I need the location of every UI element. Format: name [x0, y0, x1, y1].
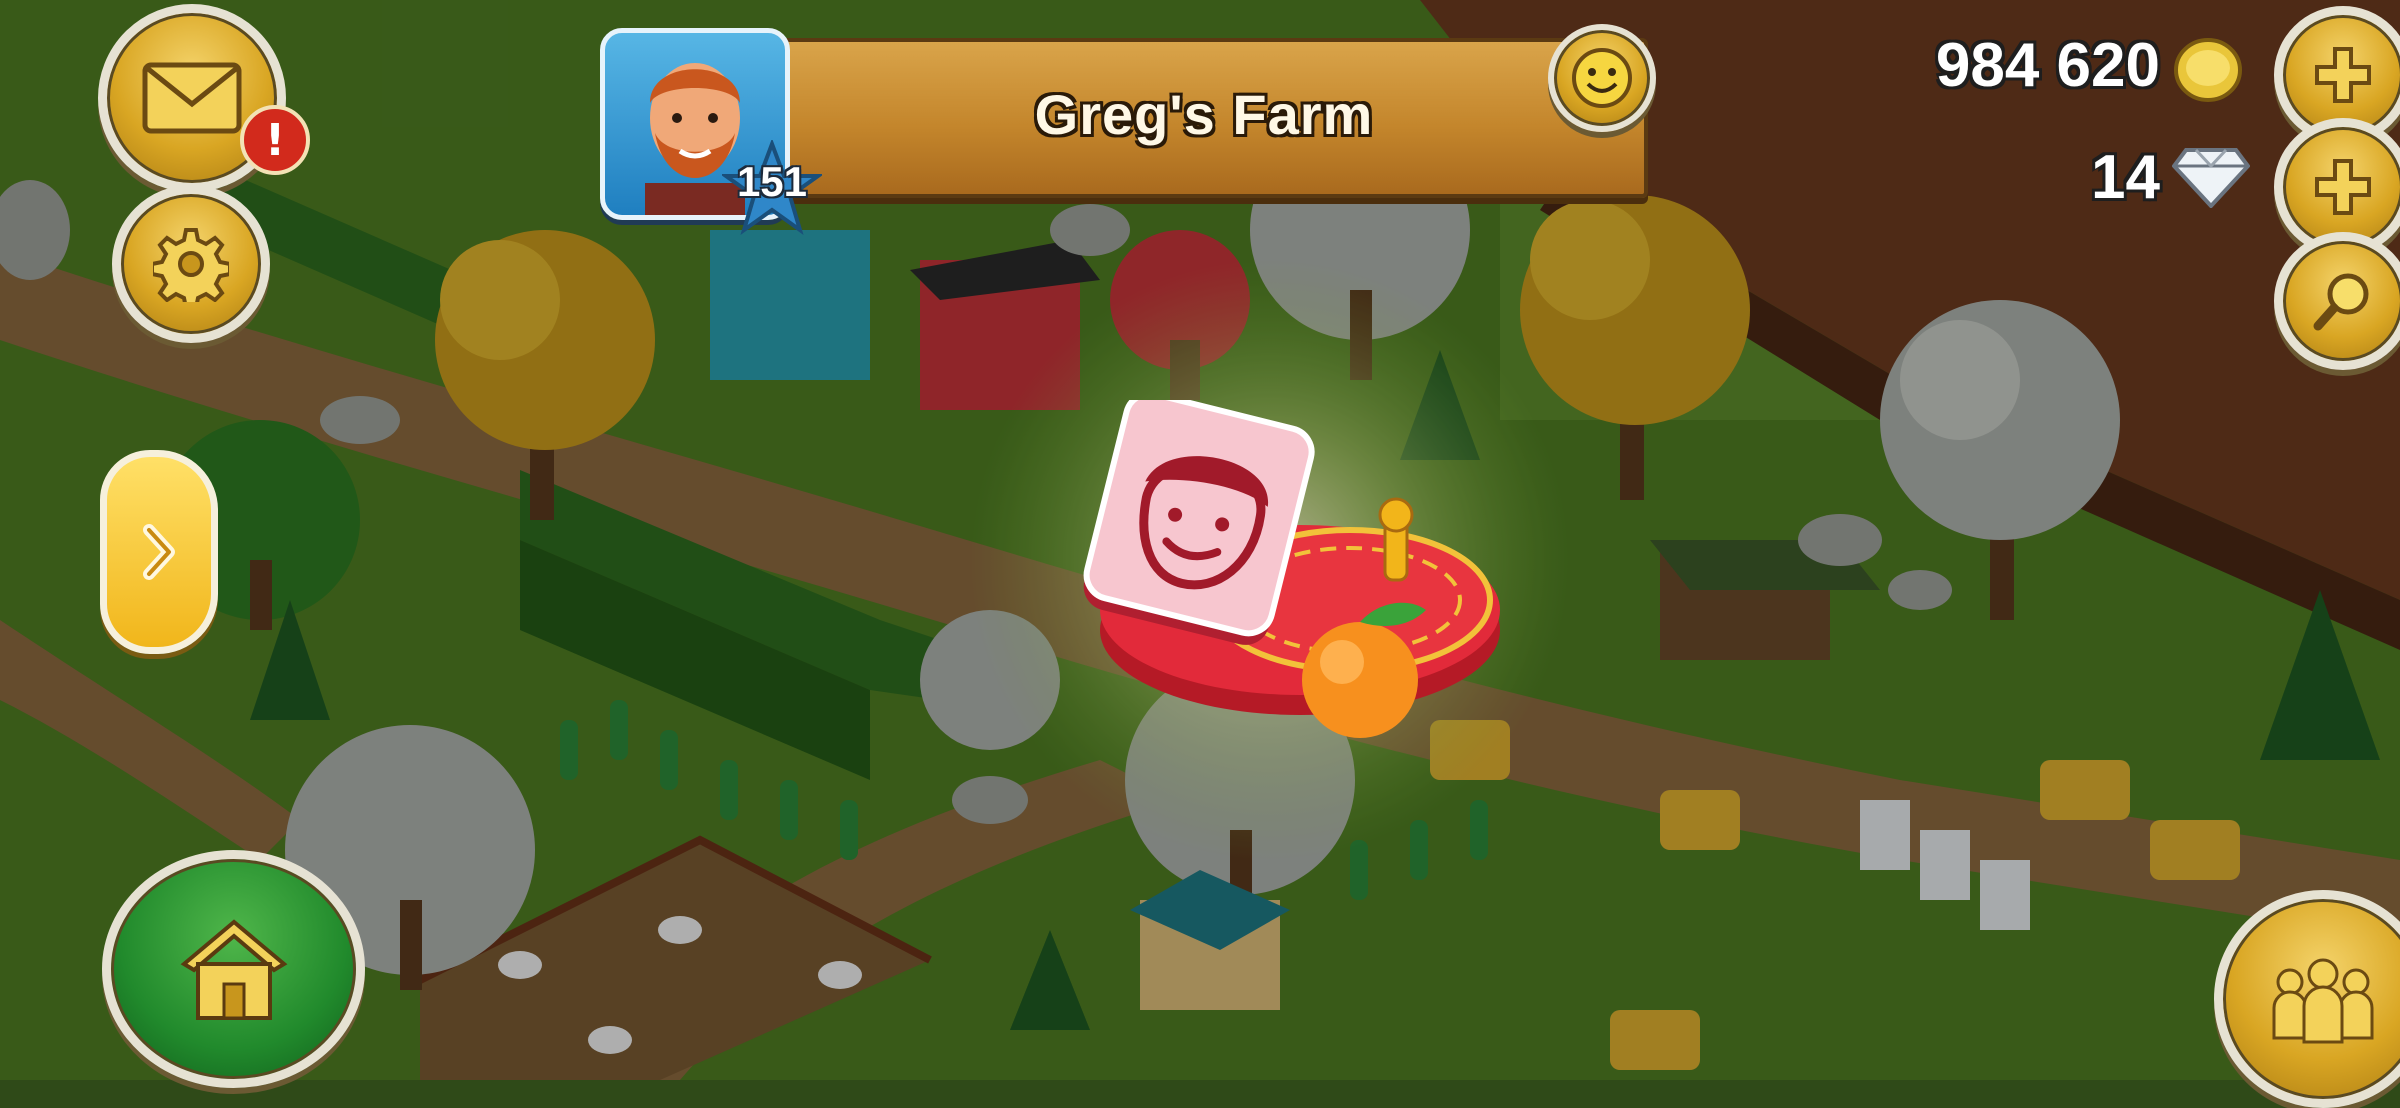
diamond-icon: [2172, 148, 2250, 208]
coins-amount: 984 620: [1935, 31, 2160, 100]
farm-name-banner: Greg's Farm: [760, 38, 1648, 198]
coin-icon: [2174, 38, 2242, 102]
magnifier-icon: [2313, 273, 2369, 331]
plus-icon: [2315, 47, 2371, 103]
search-button[interactable]: [2274, 232, 2400, 370]
plus-icon: [2315, 159, 2371, 215]
reward-item[interactable]: [1030, 400, 1530, 760]
mail-alert-badge: !: [240, 105, 310, 175]
settings-button[interactable]: [112, 185, 270, 343]
envelope-icon: [142, 62, 242, 134]
home-icon: [180, 919, 287, 1020]
farm-name: Greg's Farm: [1034, 83, 1374, 146]
gems-amount: 14: [2091, 143, 2160, 212]
home-button[interactable]: [102, 850, 365, 1088]
friends-icon: [2272, 958, 2374, 1044]
reputation-button[interactable]: [1548, 24, 1656, 132]
player-level: 151: [736, 158, 808, 205]
gear-icon: [153, 228, 229, 302]
chevron-right-icon: [143, 524, 175, 580]
side-panel-arrow-button[interactable]: [100, 450, 218, 654]
smiley-icon: [1572, 48, 1632, 108]
